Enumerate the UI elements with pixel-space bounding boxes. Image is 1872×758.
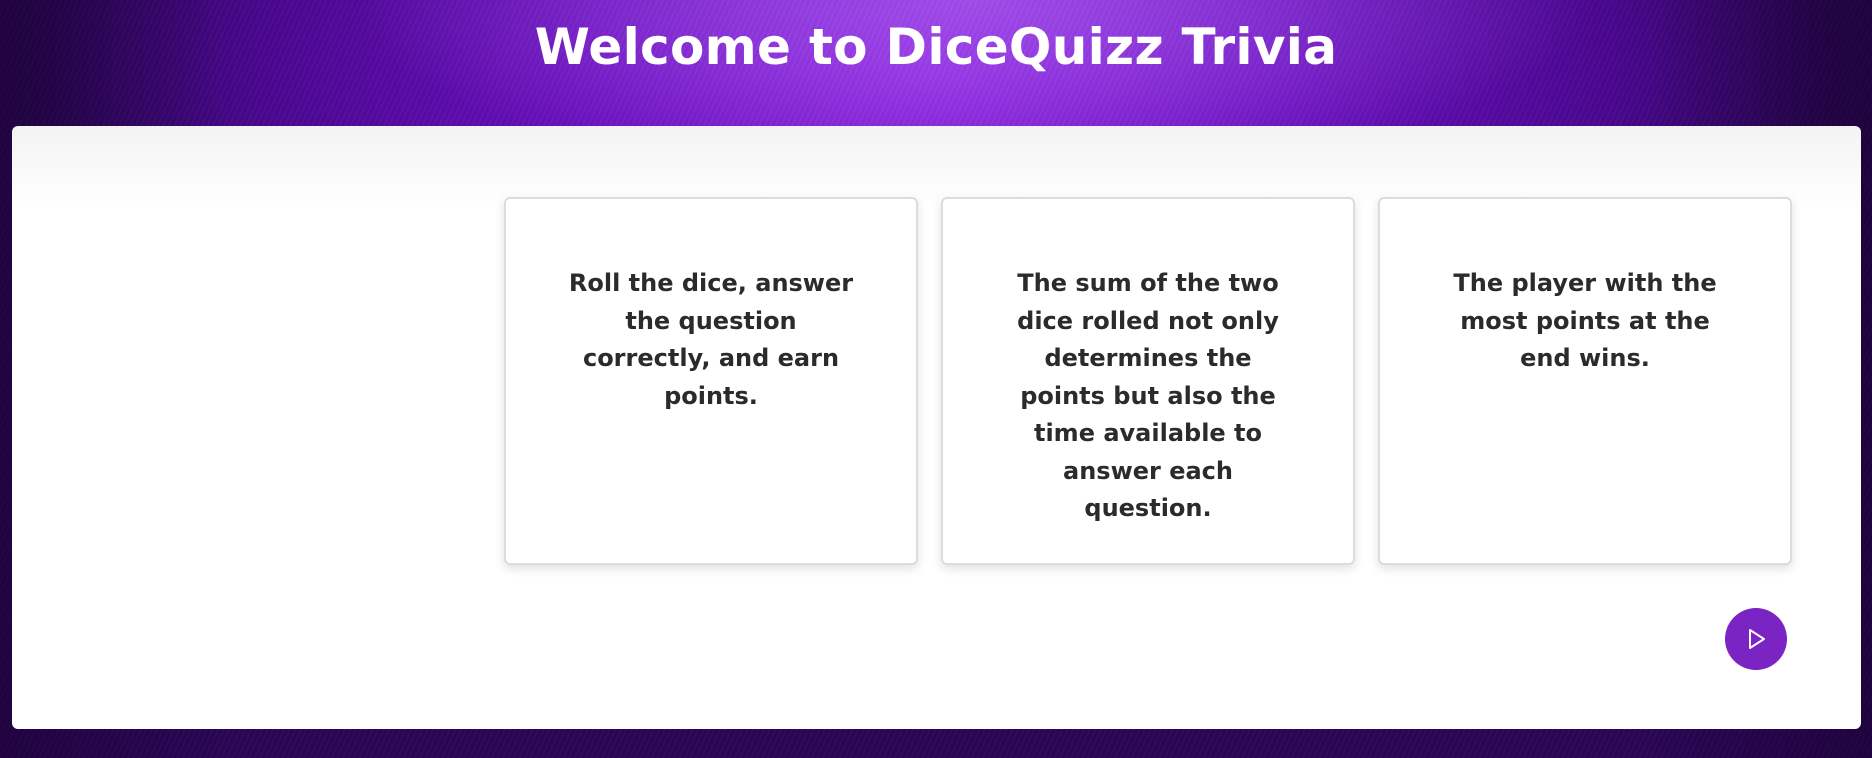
page-title: Welcome to DiceQuizz Trivia [534,18,1338,76]
play-icon [1749,629,1765,649]
rule-card-text: The sum of the two dice rolled not only … [1017,269,1279,522]
rule-card-2: The sum of the two dice rolled not only … [941,197,1355,565]
rule-card-3: The player with the most points at the e… [1378,197,1792,565]
rule-card-text: Roll the dice, answer the question corre… [568,269,854,410]
rule-card-1: Roll the dice, answer the question corre… [504,197,918,565]
rule-card-text: The player with the most points at the e… [1453,269,1717,372]
play-button[interactable] [1725,608,1787,670]
